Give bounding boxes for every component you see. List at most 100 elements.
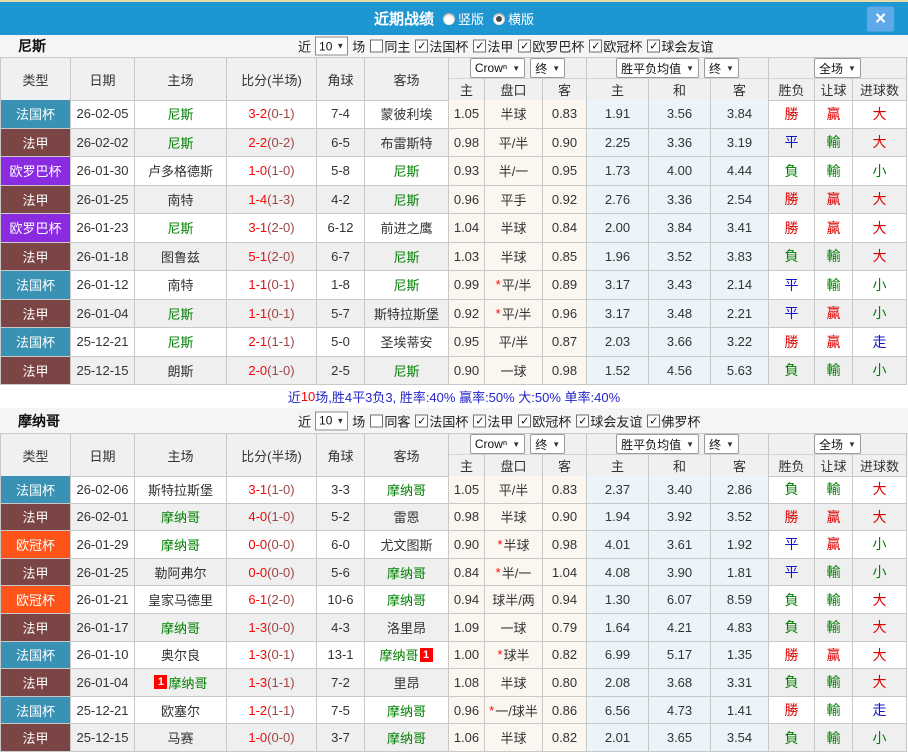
home-team: 1 摩纳哥 (135, 669, 227, 697)
match-date: 26-01-21 (71, 586, 135, 614)
away-team: 摩纳哥 (365, 586, 449, 614)
avg-home-odds: 2.01 (587, 724, 649, 752)
result-wdl: 負 (769, 476, 815, 504)
corners: 4-3 (317, 613, 365, 642)
league-checkbox-0[interactable] (415, 39, 429, 53)
avg-home-odds: 2.03 (587, 328, 649, 357)
handicap-line: 半球 (485, 503, 543, 532)
fulltime-select[interactable]: 全场 (814, 58, 861, 78)
final-odds-select[interactable]: 终 (530, 58, 566, 78)
final-avg-select-value: 终 (709, 61, 722, 76)
table-row: 法国杯 26-01-10 奥尔良 1-3 (0-1) 13-1 摩纳哥 1 1.00 * 球半 0.8… (0, 641, 908, 670)
home-team: 朗斯 (135, 356, 227, 385)
vertical-layout-radio[interactable] (442, 12, 455, 25)
result-handicap: 輸 (815, 586, 853, 614)
result-handicap: 贏 (815, 185, 853, 214)
handicap-line: 半球 (485, 242, 543, 271)
match-date: 26-02-06 (71, 476, 135, 504)
bookmaker-select[interactable]: Crowⁿ (469, 434, 526, 454)
result-wdl: 負 (769, 157, 815, 186)
handicap-line: 一球 (485, 613, 543, 642)
home-odds: 1.03 (449, 242, 485, 271)
handicap-line: 平/半 (485, 128, 543, 157)
avg-odds-group: 胜平负均值 终 主 和 客 (587, 434, 769, 477)
fulltime-select[interactable]: 全场 (814, 434, 861, 454)
league-type: 欧冠杯 (1, 586, 71, 614)
team-label: 欧塞尔 (160, 703, 200, 719)
score: 0-0 (0-0) (227, 531, 317, 559)
horizontal-layout-label: 横版 (508, 12, 535, 27)
final-avg-select[interactable]: 终 (704, 434, 739, 454)
league-checkbox-3[interactable] (589, 39, 603, 53)
halftime-score: (0-2) (267, 134, 295, 150)
bookmaker-select[interactable]: Crowⁿ (469, 58, 526, 78)
league-checkbox-2[interactable] (518, 39, 532, 53)
avg-home-odds: 3.17 (587, 271, 649, 300)
col-home-odds: 主 (449, 455, 485, 477)
corners: 4-2 (317, 185, 365, 214)
final-avg-select[interactable]: 终 (704, 58, 739, 78)
avg-away-odds: 1.81 (711, 558, 769, 587)
away-team: 前进之鹰 (365, 214, 449, 243)
corners: 6-12 (317, 214, 365, 243)
league-checkbox-3[interactable] (576, 414, 590, 427)
corners: 3-3 (317, 476, 365, 504)
away-team: 里昂 (365, 669, 449, 697)
horizontal-layout-radio[interactable] (493, 12, 505, 25)
team-label: 南特 (167, 192, 194, 208)
score: 1-1 (0-1) (227, 271, 317, 300)
handicap-line: 平/半 (485, 476, 543, 504)
handicap-line: 半/一 (485, 157, 543, 186)
halftime-score: (0-1) (267, 647, 295, 663)
table-row: 欧罗巴杯 26-01-23 尼斯 3-1 (2-0) 6-12 前进之鹰 1.04 半球 0.84… (0, 214, 908, 243)
match-count-select[interactable]: 10 (315, 411, 349, 430)
final-odds-select[interactable]: 终 (530, 434, 566, 454)
halftime-score: (0-0) (267, 619, 295, 635)
home-team: 奥尔良 (135, 641, 227, 670)
same-venue-checkbox[interactable] (370, 39, 384, 53)
avg-select[interactable]: 胜平负均值 (616, 434, 699, 454)
fulltime-score: 1-0 (248, 730, 268, 746)
fulltime-select-value: 全场 (819, 61, 844, 76)
team-label: 摩纳哥 (386, 731, 426, 747)
result-handicap: 輸 (815, 724, 853, 752)
table-header: 类型 日期 主场 比分(半场) 角球 客场 Crowⁿ 终 主 盘口 客 胜平负… (0, 57, 908, 101)
table-row: 法甲 26-02-01 摩纳哥 4-0 (1-0) 5-2 雷恩 0.98 半球 0.90 1.94… (0, 503, 908, 532)
result-goals: 大 (853, 476, 907, 504)
corners: 1-8 (317, 271, 365, 300)
result-goals: 大 (853, 100, 907, 129)
away-odds: 0.87 (543, 328, 587, 357)
fulltime-score: 2-0 (248, 362, 268, 378)
away-odds: 0.90 (543, 503, 587, 532)
league-checkbox-4[interactable] (647, 414, 661, 427)
avg-home-odds: 1.94 (587, 503, 649, 532)
league-checkbox-1[interactable] (473, 414, 487, 427)
corners: 6-7 (317, 242, 365, 271)
league-label-1: 法甲 (487, 414, 514, 429)
league-checkbox-4[interactable] (647, 39, 661, 53)
away-team: 摩纳哥 (365, 476, 449, 504)
away-team: 尤文图斯 (365, 531, 449, 559)
team-label: 奥尔良 (160, 648, 200, 664)
league-checkbox-2[interactable] (518, 414, 532, 427)
match-count-select[interactable]: 10 (315, 36, 349, 56)
home-team: 卢多格德斯 (135, 157, 227, 186)
halftime-score: (2-0) (267, 220, 295, 236)
close-button[interactable]: × (867, 6, 894, 31)
handicap-value: 半/一 (498, 164, 529, 180)
match-date: 26-01-04 (71, 299, 135, 328)
league-checkbox-0[interactable] (415, 414, 429, 427)
handicap-value: 一球 (500, 363, 527, 379)
team-label: 摩纳哥 (386, 703, 426, 719)
match-date: 25-12-15 (71, 724, 135, 752)
avg-select[interactable]: 胜平负均值 (616, 58, 699, 78)
away-odds: 0.82 (543, 724, 587, 752)
same-venue-checkbox[interactable] (370, 414, 384, 427)
league-checkbox-1[interactable] (473, 39, 487, 53)
line-changed-marker: * (495, 305, 501, 321)
bookmaker-select-value: Crowⁿ (474, 61, 508, 75)
table-row: 法甲 26-01-17 摩纳哥 1-3 (0-0) 4-3 洛里昂 1.09 一球 0.79 1.6… (0, 613, 908, 642)
result-wdl: 負 (769, 613, 815, 642)
result-goals: 大 (853, 214, 907, 243)
avg-away-odds: 3.31 (711, 669, 769, 697)
